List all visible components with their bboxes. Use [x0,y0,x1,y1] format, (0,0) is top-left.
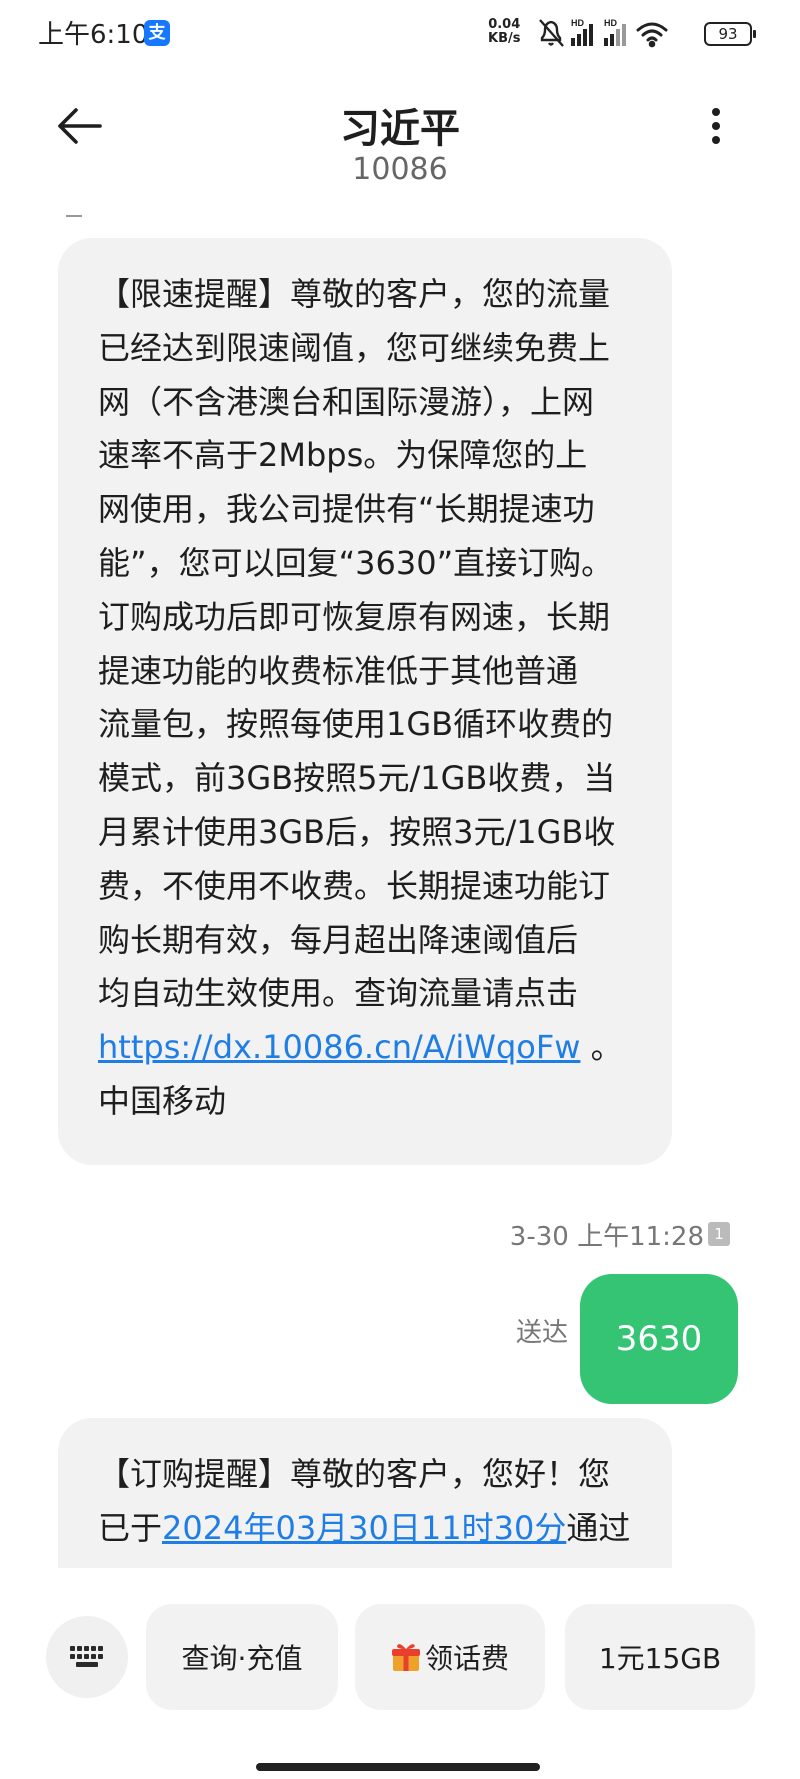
outgoing-message-bubble[interactable]: 3630 [580,1274,738,1404]
message-body: 【限速提醒】尊敬的客户，您的流量 已经达到限速阈值，您可继续免费上 网（不含港澳… [98,275,616,1013]
status-icons: HD HD [539,18,668,48]
signal-icon-2: HD [604,18,626,46]
message-timestamp: 3-30 上午11:28 [509,1222,704,1252]
battery-icon: 93 [704,22,756,46]
message-link[interactable]: https://dx.10086.cn/A/iWqoFw [98,1028,580,1066]
message-text: 【限速提醒】尊敬的客户，您的流量 已经达到限速阈值，您可继续免费上 网（不含港澳… [98,268,632,1129]
signal-label-2: HD [604,18,617,28]
quick-reply-label: 1元15GB [598,1642,722,1675]
signal-icon-1: HD [571,18,593,46]
contact-number: 10086 [352,152,448,187]
contact-name: 习近平 [340,106,460,152]
quick-reply-label: 查询·充值 [181,1642,303,1675]
home-indicator[interactable] [256,1763,540,1771]
delivery-status: 送达 [516,1318,569,1348]
quick-reply-free-credit[interactable]: 领话费 [355,1604,545,1710]
quick-reply-bar: 查询·充值 领话费 1元15GB [0,1568,800,1779]
quick-reply-query-recharge[interactable]: 查询·充值 [146,1604,338,1710]
signal-label-1: HD [571,18,584,28]
conversation-header: 习近平 10086 [0,80,800,210]
message-link[interactable]: 2024年03月30日11时30分 [162,1509,566,1547]
network-speed-unit: KB/s [488,31,521,46]
status-time: 上午6:10 [38,20,149,50]
sim-card-icon: 1 [708,1222,730,1246]
quick-reply-label: 领话费 [424,1642,509,1675]
more-options-icon[interactable] [710,106,722,146]
network-speed-value: 0.04 [488,17,521,32]
wifi-icon [636,22,668,48]
incoming-message-bubble[interactable]: 【限速提醒】尊敬的客户，您的流量 已经达到限速阈值，您可继续免费上 网（不含港澳… [58,238,672,1165]
quick-reply-data-pack[interactable]: 1元15GB [565,1604,755,1710]
status-bar: 上午6:10 支 0.04 KB/s HD HD 93 [0,0,800,70]
scroll-indicator [66,215,82,217]
message-text: 【订购提醒】尊敬的客户，您好！您 已于2024年03月30日11时30分通过 [98,1448,632,1556]
mute-icon [539,19,564,47]
network-speed: 0.04 KB/s [488,18,520,46]
alipay-icon: 支 [144,20,170,46]
message-body-tail: 通过 [566,1508,631,1547]
gift-icon [391,1644,420,1671]
keyboard-icon [70,1646,103,1667]
keyboard-button[interactable] [46,1616,128,1698]
